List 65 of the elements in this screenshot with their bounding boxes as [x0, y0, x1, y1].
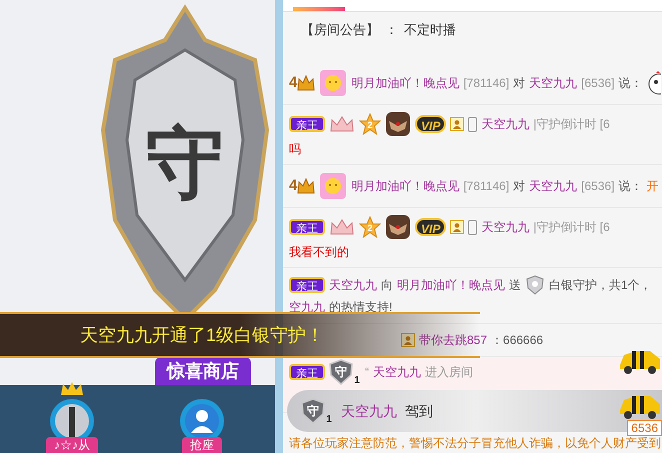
chat-text: 对 [513, 178, 526, 195]
chat-text: 吗 [289, 141, 301, 158]
warning-text: 请各位玩家注意防范，警惕不法分子冒充他人诈骗，以免个人财产受到 [289, 435, 661, 452]
username-link[interactable]: 天空九九 [373, 363, 421, 381]
chat-text: [6536] [581, 75, 615, 92]
crown-icon [297, 178, 316, 194]
username-link[interactable]: 天空九九 [529, 177, 578, 195]
notice-separator: ： [385, 21, 398, 39]
chat-text: |守护倒计时 [6 [533, 116, 610, 133]
toast-text: 驾到 [405, 402, 433, 420]
vip-badge: VIP [415, 115, 446, 133]
level-number: 4 [289, 176, 298, 196]
user-icon [450, 220, 464, 234]
chat-text: 我看不到的 [289, 244, 349, 261]
username-link[interactable]: 明月加油吖！晚点见 [351, 74, 460, 92]
username-link[interactable]: 天空九九 [529, 74, 578, 92]
crown-icon [329, 218, 355, 236]
noble-badge: 亲王 [289, 219, 325, 235]
chat-text: [6536] [581, 178, 615, 195]
chat-text: 进入房间 [425, 364, 473, 381]
noble-badge: 亲王 [289, 277, 325, 293]
noble-badge: 亲王 [289, 364, 325, 380]
username-link[interactable]: 天空九九 [329, 276, 377, 294]
noble-badge: 亲王 [289, 116, 325, 132]
chat-text: 向 [381, 277, 393, 294]
star-badge: 2 [359, 216, 381, 238]
shop-button[interactable]: 惊喜商店 [155, 357, 251, 385]
chat-text: 说： [618, 178, 643, 195]
user-icon [401, 333, 415, 347]
vip-badge: VIP [415, 218, 446, 236]
medal-icon [385, 214, 411, 240]
chat-text: 白银守护，共1个， [549, 277, 652, 294]
crown-icon [59, 381, 85, 397]
username-link[interactable]: 明月加油吖！晚点见 [351, 177, 460, 195]
notice-tag: 【房间公告】 [301, 20, 379, 62]
username-link[interactable]: 天空九九 [341, 400, 397, 422]
chat-text: ：666666 [491, 332, 544, 349]
chat-text: |守护倒计时 [6 [533, 219, 610, 236]
username-link[interactable]: 明月加油吖！晚点见 [397, 276, 505, 294]
phone-icon [468, 116, 478, 132]
shield-gift-icon [525, 275, 545, 295]
chat-text: 开 [646, 178, 659, 195]
username-link[interactable]: 天空九九 [481, 115, 530, 133]
room-id-tag: 6536 [627, 420, 662, 436]
chat-text: [781146] [463, 75, 510, 92]
seat-label[interactable]: ♪☆♪从 [46, 437, 98, 453]
flower-avatar-icon [319, 69, 348, 97]
seat-label[interactable]: 抢座 [182, 437, 222, 453]
crown-icon [297, 75, 316, 91]
user-icon [450, 117, 464, 131]
chat-text: 说： [618, 75, 643, 92]
chat-text: “ [365, 364, 369, 381]
chat-text: [781146] [463, 178, 510, 195]
star-badge: 2 [359, 113, 381, 135]
crown-icon [329, 115, 355, 133]
tab-indicator [293, 7, 345, 11]
chat-text: 送 [509, 277, 521, 294]
medal-icon [385, 111, 411, 137]
phone-icon [468, 220, 478, 234]
username-link[interactable]: 带你去跳857 [419, 331, 488, 349]
chat-text: 对 [513, 75, 526, 92]
flower-avatar-icon [319, 172, 348, 200]
level-number: 4 [289, 72, 298, 93]
username-link[interactable]: 天空九九 [481, 218, 530, 236]
notice-text: 不定时播 [404, 21, 456, 39]
